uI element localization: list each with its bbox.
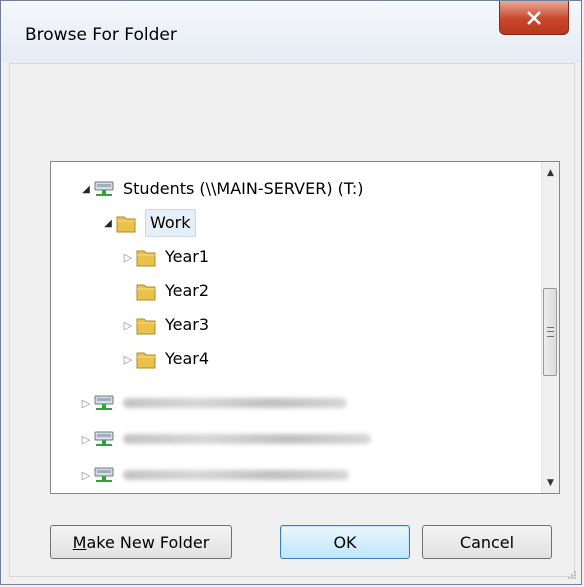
tree-item-year1[interactable]: ▷ Year1 — [121, 242, 209, 272]
folder-tree-view[interactable]: ◢ Students (\\MAIN-SERVER) (T:) ◢ Work ▷… — [50, 161, 560, 494]
expanded-arrow-icon[interactable]: ◢ — [101, 208, 115, 238]
expanded-arrow-icon[interactable]: ◢ — [79, 174, 93, 204]
tree-item-label: Year3 — [165, 315, 210, 334]
folder-icon — [135, 348, 157, 370]
folder-icon — [135, 246, 157, 268]
scrollbar-thumb[interactable] — [543, 288, 557, 376]
vertical-scrollbar[interactable]: ▲ ▼ — [541, 162, 559, 493]
button-label: ake New Folder — [86, 532, 210, 552]
folder-icon — [115, 212, 137, 234]
tree-item-year4[interactable]: ▷ Year4 — [121, 344, 209, 374]
tree-item-label: Year4 — [165, 349, 210, 368]
title-bar[interactable]: Browse For Folder — [1, 1, 581, 63]
tree-item-label: Work — [145, 209, 196, 237]
collapsed-arrow-icon[interactable]: ▷ — [121, 344, 135, 374]
collapsed-arrow-icon[interactable]: ▷ — [121, 242, 135, 272]
tree-item-label: Students (\\MAIN-SERVER) (T:) — [123, 179, 364, 198]
tree-item-drive-redacted[interactable]: ▷ — [79, 460, 349, 490]
redacted-label — [123, 470, 349, 480]
tree-item-work[interactable]: ◢ Work — [101, 208, 196, 238]
folder-icon — [135, 280, 157, 302]
network-drive-icon — [93, 178, 115, 200]
collapsed-arrow-icon[interactable]: ▷ — [79, 388, 93, 418]
collapsed-arrow-icon[interactable]: ▷ — [79, 460, 93, 490]
cancel-button[interactable]: Cancel — [422, 525, 552, 559]
redacted-label — [123, 398, 347, 408]
tree-item-label: Year2 — [165, 281, 210, 300]
tree-item-year2[interactable]: Year2 — [121, 276, 209, 306]
make-new-folder-button[interactable]: Make New Folder — [50, 525, 232, 559]
close-button[interactable] — [499, 1, 569, 35]
resize-grip-icon[interactable] — [567, 570, 577, 580]
network-drive-icon — [93, 428, 115, 450]
tree-item-year3[interactable]: ▷ Year3 — [121, 310, 209, 340]
tree-item-students-drive[interactable]: ◢ Students (\\MAIN-SERVER) (T:) — [79, 174, 364, 204]
grip-icon — [546, 327, 554, 337]
mnemonic-letter: M — [72, 532, 87, 552]
window-title: Browse For Folder — [25, 25, 177, 45]
network-drive-icon — [93, 464, 115, 486]
redacted-label — [123, 434, 371, 444]
close-icon — [526, 10, 542, 25]
tree-item-label: Year1 — [165, 247, 210, 266]
network-drive-icon — [93, 392, 115, 414]
collapsed-arrow-icon[interactable]: ▷ — [79, 424, 93, 454]
button-label: Cancel — [459, 532, 515, 552]
collapsed-arrow-icon[interactable]: ▷ — [121, 310, 135, 340]
tree-item-drive-redacted[interactable]: ▷ — [79, 388, 347, 418]
tree-item-drive-redacted[interactable]: ▷ — [79, 424, 371, 454]
button-label: OK — [333, 532, 357, 552]
browse-for-folder-dialog: Browse For Folder ◢ Students (\\MAIN-SER… — [0, 0, 582, 585]
ok-button[interactable]: OK — [280, 525, 410, 559]
scroll-down-icon[interactable]: ▼ — [542, 474, 559, 491]
folder-icon — [135, 314, 157, 336]
scroll-up-icon[interactable]: ▲ — [542, 164, 559, 181]
